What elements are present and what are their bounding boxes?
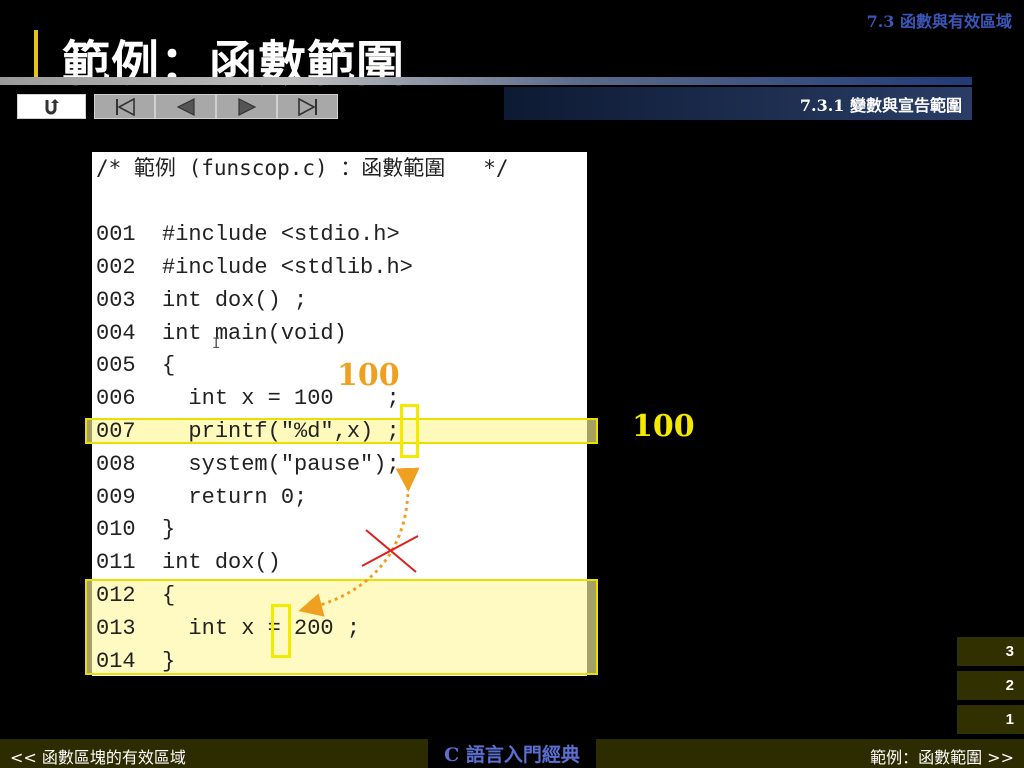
section-label: 7.3 函數與有效區域 [866, 12, 1012, 31]
code-line: 010 } [96, 517, 176, 542]
code-line: 011 int dox() [96, 550, 281, 575]
last-slide-button[interactable] [277, 94, 338, 119]
code-line: 014 } [96, 649, 176, 674]
home-button[interactable] [17, 94, 86, 119]
book-title: C 語言入門經典 [428, 739, 596, 768]
code-comment: /* 範例 (funscop.c) ：函數範圍 */ [96, 156, 509, 180]
title-underline [0, 77, 972, 85]
code-line: 004 int main(void) [96, 321, 347, 346]
printed-output: 100 [632, 409, 695, 444]
next-icon [237, 97, 256, 116]
return-icon [45, 98, 59, 114]
skip-first-icon [115, 97, 135, 116]
code-line: 003 int dox() ; [96, 288, 308, 313]
code-line: 013 int x = 200 ; [96, 616, 361, 641]
step-button-3[interactable]: 3 [957, 637, 1024, 666]
first-slide-button[interactable] [94, 94, 155, 119]
code-line: 002 #include <stdlib.h> [96, 255, 413, 280]
code-line: 005 { [96, 353, 176, 378]
skip-last-icon [297, 97, 317, 116]
code-line: 009 return 0; [96, 485, 308, 510]
x-highlight-main [400, 404, 419, 458]
previous-icon [176, 97, 195, 116]
title-accent-bar [34, 30, 38, 80]
code-line: 007 printf("%d",x) ; [96, 419, 400, 444]
subsection-label: 7.3.1 變數與宣告範圍 [799, 96, 962, 115]
code-line: 001 #include <stdio.h> [96, 222, 400, 247]
main-x-value: 100 [337, 358, 400, 393]
next-slide-button[interactable] [216, 94, 277, 119]
step-button-2[interactable]: 2 [957, 671, 1024, 700]
code-line: 008 system("pause"); [96, 452, 400, 477]
x-highlight-dox [271, 604, 291, 658]
prev-section-link[interactable]: << 函數區塊的有效區域 [10, 744, 186, 768]
previous-slide-button[interactable] [155, 94, 216, 119]
next-section-link[interactable]: 範例：函數範圍 >> [870, 744, 1014, 768]
step-button-1[interactable]: 1 [957, 705, 1024, 734]
code-line: 012 { [96, 583, 176, 608]
text-cursor: I [212, 336, 221, 352]
